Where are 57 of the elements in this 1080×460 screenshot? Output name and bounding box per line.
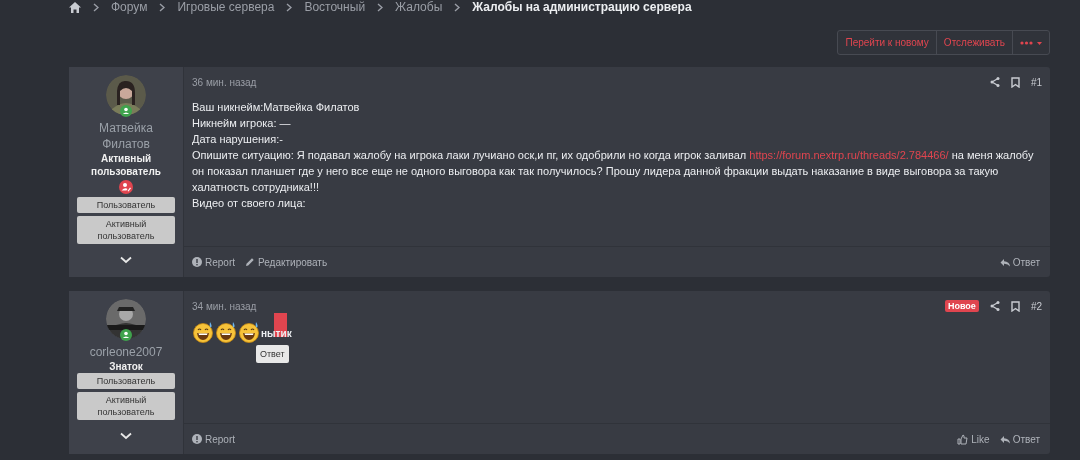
group-banner: Активный пользователь — [77, 392, 175, 420]
thumbs-up-icon — [957, 433, 969, 445]
post-text: Видео от своего лица: — [192, 196, 307, 211]
thread-action-button[interactable]: Перейти к новому — [838, 31, 937, 54]
link[interactable]: https://forum.nextrp.ru/threads/2.784466/ — [749, 149, 949, 161]
like-link[interactable]: Like — [957, 433, 990, 445]
alert-icon — [192, 257, 202, 267]
home-icon — [69, 1, 81, 13]
reply-link[interactable]: Ответ — [999, 433, 1040, 445]
share-icon — [989, 301, 1000, 311]
chevron-right-icon — [93, 2, 99, 12]
grinning-sweat-emoji-icon — [215, 321, 237, 343]
avatar — [106, 75, 146, 115]
edit-link[interactable]: Редактировать — [245, 256, 328, 268]
bookmark-icon — [1010, 300, 1020, 312]
new-label: Новое — [944, 300, 979, 312]
chevron-right-icon — [377, 2, 384, 12]
chevron-right-icon — [454, 2, 461, 12]
post-number-link[interactable]: #1 — [1030, 76, 1042, 88]
group-banner: Пользователь — [77, 197, 175, 213]
breadcrumb-link[interactable]: Жалобы — [395, 0, 443, 14]
reply-link[interactable]: Ответ — [999, 256, 1040, 268]
chevron-down-icon — [120, 256, 132, 264]
post-text: Ваш никнейм:Матвейка Филатов — [192, 100, 361, 115]
post-text: Никнейм игрока: — — [192, 116, 292, 131]
ellipsis-caret-icon — [1020, 39, 1042, 46]
chevron-right-icon — [286, 2, 293, 12]
chevron-right-icon — [159, 2, 166, 12]
group-banner: Активный пользователь — [77, 216, 175, 244]
breadcrumb-link[interactable]: Жалобы на администрацию сервера — [472, 0, 692, 14]
post-time[interactable]: 36 мин. назад — [192, 76, 257, 88]
bookmark-icon — [1010, 76, 1020, 88]
username-link[interactable]: Матвейка Филатов — [86, 120, 166, 152]
breadcrumb-link[interactable]: Восточный — [304, 0, 366, 14]
post-text: Опишите ситуацию: Я подавал жалобу на игрока лаки лучиано оск,и пг, их одобрили но когда игрок заливал https://forum.nextrp.ru/threads/2.784466/ на меня жалобу он показал планшет где у него все еще не одного выговора как так получилось? Прошу лидера данной фракции выдать наказание в виде выговора за такую халатность сотрудника!!! — [192, 148, 1035, 195]
post-number-link[interactable]: #2 — [1030, 300, 1042, 312]
breadcrumb-link[interactable]: Игровые сервера — [177, 0, 275, 14]
username-link[interactable]: corleone2007 — [86, 344, 166, 360]
report-link[interactable]: Report — [192, 256, 235, 268]
reply-tooltip[interactable]: Ответ — [256, 345, 289, 363]
grinning-sweat-emoji-icon — [192, 321, 214, 343]
user-title: Знаток — [108, 360, 144, 373]
user-title: Активный пользователь — [90, 152, 162, 178]
pencil-icon — [245, 257, 255, 267]
reply-arrow-icon — [999, 257, 1010, 267]
share-icon — [989, 77, 1000, 87]
post-text: Дата нарушения:- — [192, 132, 284, 147]
post-time[interactable]: 34 мин. назад — [192, 300, 257, 312]
group-banner: Пользователь — [77, 373, 175, 389]
alert-icon — [192, 434, 202, 444]
reply-arrow-icon — [999, 434, 1010, 444]
report-link[interactable]: Report — [192, 433, 235, 445]
grinning-sweat-emoji-icon — [238, 321, 260, 343]
breadcrumb-link[interactable]: Форум — [111, 0, 148, 14]
thread-action-button[interactable]: Отслеживать — [936, 31, 1013, 54]
chevron-down-icon — [120, 432, 132, 440]
avatar — [106, 299, 146, 339]
